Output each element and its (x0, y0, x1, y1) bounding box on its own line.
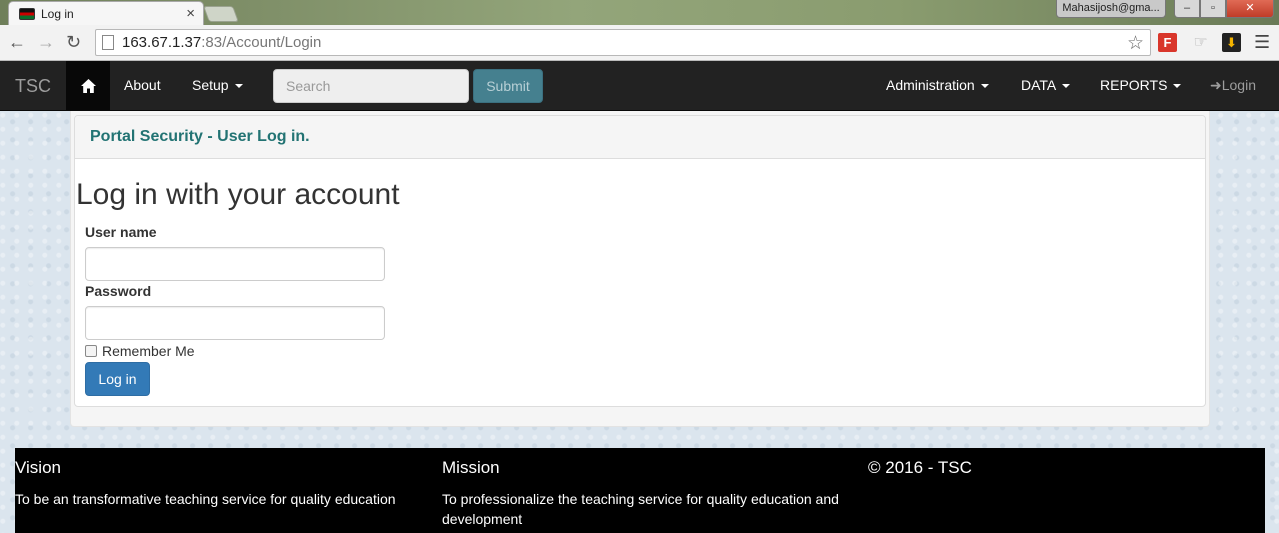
footer-copyright: © 2016 - TSC (868, 458, 1168, 489)
mission-text: To professionalize the teaching service … (442, 491, 839, 527)
page-title: Log in with your account (76, 178, 400, 211)
site-footer: Vision To be an transformative teaching … (15, 448, 1265, 533)
submit-button[interactable]: Submit (473, 69, 543, 103)
home-icon (80, 79, 96, 93)
address-bar[interactable]: 163.67.1.37:83/Account/Login ☆ (95, 29, 1151, 56)
browser-tab-active[interactable]: Log in × (8, 1, 204, 25)
download-extension-icon[interactable]: ⬇ (1222, 33, 1241, 52)
password-input[interactable] (85, 306, 385, 340)
vision-title: Vision (15, 458, 61, 477)
remember-me[interactable]: Remember Me (85, 343, 195, 359)
brand-link[interactable]: TSC (15, 76, 51, 97)
nav-login[interactable]: ➜Login (1210, 77, 1256, 94)
nav-reports[interactable]: REPORTS (1100, 77, 1182, 93)
url-text: 163.67.1.37:83/Account/Login (122, 34, 322, 51)
close-window-button[interactable]: ✕ (1226, 0, 1274, 18)
remember-me-label: Remember Me (102, 343, 195, 359)
mission-title: Mission (442, 458, 500, 477)
minimize-button[interactable]: – (1174, 0, 1200, 18)
caret-down-icon (1062, 84, 1071, 89)
window-controls: – ▫ ✕ (1174, 0, 1274, 18)
tab-close-icon[interactable]: × (186, 6, 195, 21)
remember-me-checkbox[interactable] (85, 345, 97, 357)
username-input[interactable] (85, 247, 385, 281)
login-button[interactable]: Log in (85, 362, 150, 396)
nav-about[interactable]: About (124, 77, 161, 93)
password-label: Password (85, 283, 152, 299)
site-navbar: TSC About Setup Submit Administration DA… (0, 61, 1279, 111)
login-icon: ➜ (1210, 77, 1222, 93)
kenya-flag-icon (19, 7, 35, 20)
footer-vision: Vision To be an transformative teaching … (15, 458, 435, 509)
reload-icon[interactable]: ↻ (66, 33, 81, 51)
caret-down-icon (234, 84, 243, 89)
footer-mission: Mission To professionalize the teaching … (442, 458, 842, 529)
nav-setup[interactable]: Setup (192, 77, 243, 93)
caret-down-icon (980, 84, 989, 89)
search-input[interactable] (273, 69, 469, 103)
extension-f-icon[interactable]: F (1158, 33, 1177, 52)
new-tab-button[interactable] (203, 6, 239, 22)
browser-user-profile[interactable]: Mahasijosh@gma... (1056, 0, 1166, 18)
nav-data[interactable]: DATA (1021, 77, 1071, 93)
caret-down-icon (1173, 84, 1182, 89)
star-icon[interactable]: ☆ (1127, 32, 1144, 55)
vision-text: To be an transformative teaching service… (15, 491, 396, 507)
username-label: User name (85, 224, 157, 240)
copyright-text: © 2016 - TSC (868, 458, 972, 477)
panel-heading: Portal Security - User Log in. (75, 116, 1205, 159)
page-icon (102, 35, 114, 50)
menu-icon[interactable]: ☰ (1254, 32, 1270, 53)
extension-gesture-icon[interactable]: ☞ (1191, 33, 1210, 52)
tab-title: Log in (41, 6, 74, 21)
browser-toolbar: ← → ↻ 163.67.1.37:83/Account/Login ☆ F ☞… (0, 25, 1279, 61)
maximize-button[interactable]: ▫ (1200, 0, 1226, 18)
forward-icon[interactable]: → (37, 33, 55, 51)
nav-administration[interactable]: Administration (886, 77, 989, 93)
nav-home[interactable] (66, 61, 110, 111)
browser-titlebar: Log in × Mahasijosh@gma... – ▫ ✕ (0, 0, 1279, 25)
back-icon[interactable]: ← (8, 33, 26, 51)
